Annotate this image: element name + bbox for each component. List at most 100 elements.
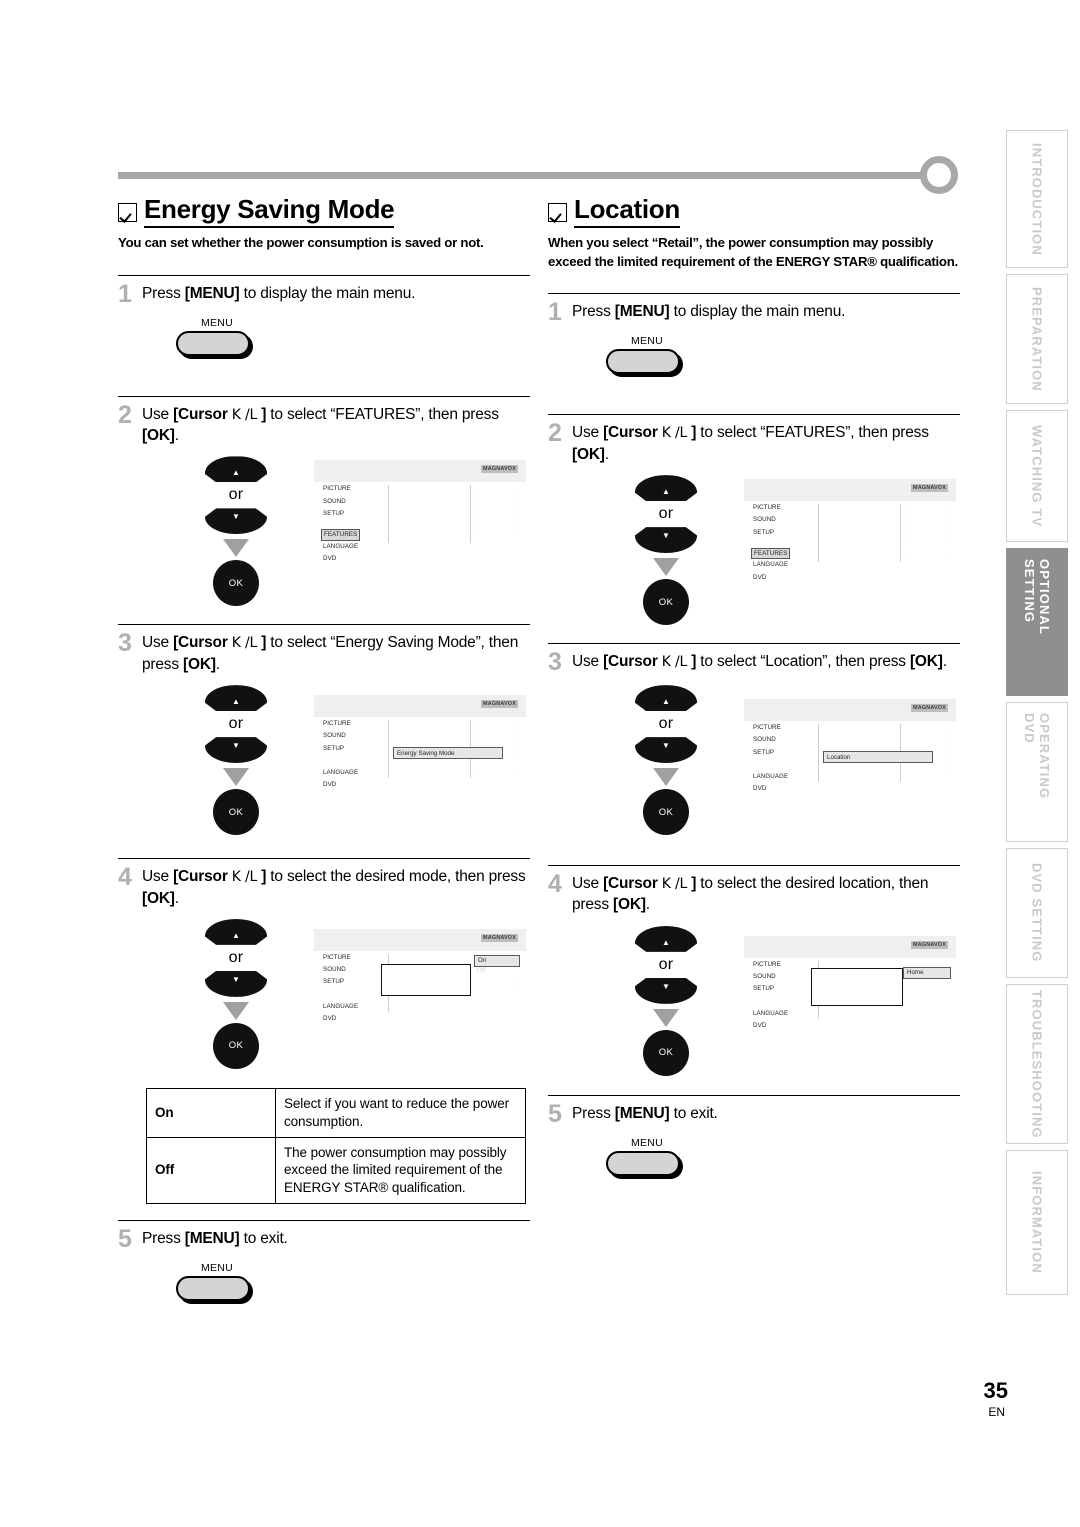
- step-key-ref: [Cursor: [603, 875, 658, 893]
- osd-dot-column: ······: [944, 727, 946, 776]
- step-number: 4: [118, 863, 132, 892]
- cursor-updown-icon: K /L: [661, 654, 688, 671]
- ok-button: OK: [213, 560, 259, 607]
- down-arrow-icon: ▼: [662, 981, 670, 991]
- osd-divider: [470, 485, 471, 544]
- step-text-part: Press: [142, 1229, 185, 1247]
- step-key-ref: [MENU]: [614, 303, 670, 321]
- cursor-updown-icon: K /L: [231, 406, 258, 423]
- step-text-part: Press: [572, 1104, 615, 1122]
- tab-dvd-setting[interactable]: DVD SETTING: [1006, 848, 1068, 978]
- right-column: Location When you select “Retail”, the p…: [548, 194, 960, 1176]
- osd-screen-features: MAGNAVOX · · · · · · · · · · · · PICTURE SOUND SET…: [744, 479, 956, 580]
- down-arrow-icon: ▼: [662, 741, 670, 751]
- osd-menu-item: SOUND: [753, 516, 776, 524]
- cursor-down-button: ▼: [205, 508, 267, 535]
- right-step-4: 4 Use [Cursor K /L ] to select the desir…: [548, 865, 960, 1091]
- cursor-down-button: ▼: [205, 737, 267, 764]
- ok-button: OK: [643, 789, 689, 836]
- osd-brand-logo: MAGNAVOX: [911, 484, 948, 493]
- cursor-up-button: ▲: [205, 456, 267, 483]
- tab-operating-dvd[interactable]: OPERATING DVD: [1006, 702, 1068, 842]
- osd-field-value-on: On: [474, 954, 520, 967]
- osd-menu-item: LANGUAGE: [753, 561, 789, 569]
- step-instruction: Use [Cursor K /L ] to select “Location”,…: [572, 651, 947, 672]
- osd-screen-location-value: MAGNAVOX PICTURE SOUND SETUP LANGUAGE DV…: [744, 935, 956, 1029]
- tab-watching-tv[interactable]: WATCHING TV: [1006, 410, 1068, 542]
- menu-key-caption: MENU: [200, 316, 234, 329]
- right-step-2: 2 Use [Cursor K /L ] to select “FEATURES…: [548, 414, 960, 626]
- step-text-part: to select “FEATURES”, then press: [266, 405, 499, 423]
- osd-menu-item: SETUP: [323, 978, 345, 986]
- left-section-heading: Energy Saving Mode: [118, 194, 530, 228]
- down-arrow-icon: ▼: [662, 531, 670, 541]
- step-text-part: Use: [572, 424, 604, 442]
- step-text-part: Use: [142, 405, 174, 423]
- step-number: 2: [118, 400, 132, 429]
- cursor-updown-icon: K /L: [231, 869, 258, 886]
- osd-brand-logo: MAGNAVOX: [481, 465, 518, 474]
- osd-field-value-home: Home: [903, 966, 951, 979]
- osd-field-energy-saving-mode: Energy Saving Mode: [393, 747, 503, 760]
- menu-button-illustration: MENU: [176, 317, 258, 356]
- up-arrow-icon: ▲: [662, 937, 670, 947]
- osd-menu-item: DVD: [323, 1014, 337, 1022]
- osd-brand-logo: MAGNAVOX: [911, 704, 948, 713]
- osd-menu-list: PICTURE SOUND SETUP FEATURES LANGUAGE DV…: [751, 504, 811, 587]
- tab-introduction[interactable]: INTRODUCTION: [1006, 130, 1068, 268]
- step-key-ref: [Cursor: [603, 424, 658, 442]
- or-label: or: [658, 955, 674, 973]
- osd-menu-item-selected: FEATURES: [321, 529, 361, 541]
- cursor-up-button: ▲: [205, 685, 267, 712]
- osd-value-off: Off: [477, 966, 486, 974]
- step-text-part: .: [604, 445, 609, 463]
- osd-dot-column: ······: [944, 507, 946, 556]
- step-text-part: .: [174, 889, 179, 907]
- step-key-ref: [OK]: [572, 445, 605, 463]
- osd-field-location: Location: [823, 751, 933, 764]
- cursor-ok-cluster: ▲ or ▼ OK: [176, 918, 296, 1069]
- step-instruction: Use [Cursor K /L ] to select the desired…: [572, 873, 960, 916]
- option-key: On: [146, 1087, 276, 1138]
- ok-button: OK: [643, 579, 689, 626]
- osd-menu-item: PICTURE: [323, 485, 351, 493]
- right-section-title: Location: [574, 194, 680, 228]
- menu-button-illustration: MENU: [176, 1262, 258, 1301]
- step-number: 4: [548, 870, 562, 899]
- osd-menu-item-selected: FEATURES: [751, 548, 791, 560]
- or-label: or: [228, 948, 244, 966]
- tab-preparation[interactable]: PREPARATION: [1006, 274, 1068, 404]
- page-language: EN: [988, 1405, 1005, 1419]
- step-text-part: Use: [142, 868, 174, 886]
- tab-information[interactable]: INFORMATION: [1006, 1150, 1068, 1295]
- step-number: 5: [548, 1099, 562, 1128]
- menu-button-illustration: MENU: [606, 335, 688, 375]
- step-number: 5: [118, 1224, 132, 1253]
- menu-key-caption: MENU: [630, 1136, 664, 1149]
- osd-brand-logo: MAGNAVOX: [911, 940, 948, 949]
- section-tabs: INTRODUCTION PREPARATION WATCHING TV OPT…: [1006, 130, 1074, 1301]
- flow-arrow-icon: [223, 539, 249, 558]
- step-key-ref: [OK]: [142, 889, 175, 907]
- osd-menu-item: PICTURE: [323, 953, 351, 961]
- cursor-ok-cluster: ▲ or ▼ OK: [176, 456, 296, 607]
- cursor-up-button: ▲: [635, 925, 697, 952]
- tab-optional-setting[interactable]: OPTIONAL SETTING: [1006, 548, 1068, 696]
- step-text-part: .: [942, 653, 947, 671]
- step-number: 3: [548, 648, 562, 677]
- osd-menu-item: SETUP: [753, 528, 775, 536]
- step-number: 1: [548, 298, 562, 327]
- osd-menu-item: SOUND: [323, 732, 346, 740]
- right-step-1: 1 Press [MENU] to display the main menu.…: [548, 293, 960, 375]
- cursor-down-button: ▼: [635, 527, 697, 554]
- tab-troubleshooting[interactable]: TROUBLESHOOTING: [1006, 984, 1068, 1144]
- osd-menu-item: PICTURE: [753, 724, 781, 732]
- step-key-ref: [Cursor: [173, 634, 228, 652]
- checkbox-check-icon: [548, 203, 567, 222]
- osd-menu-item: LANGUAGE: [753, 1009, 789, 1017]
- energy-saving-options-table: On Select if you want to reduce the powe…: [146, 1087, 526, 1204]
- osd-submenu-panel: [381, 963, 471, 996]
- step-key-ref: [OK]: [142, 427, 175, 444]
- step-instruction: Use [Cursor K /L ] to select the desired…: [142, 866, 530, 909]
- menu-key-shape: [606, 349, 680, 375]
